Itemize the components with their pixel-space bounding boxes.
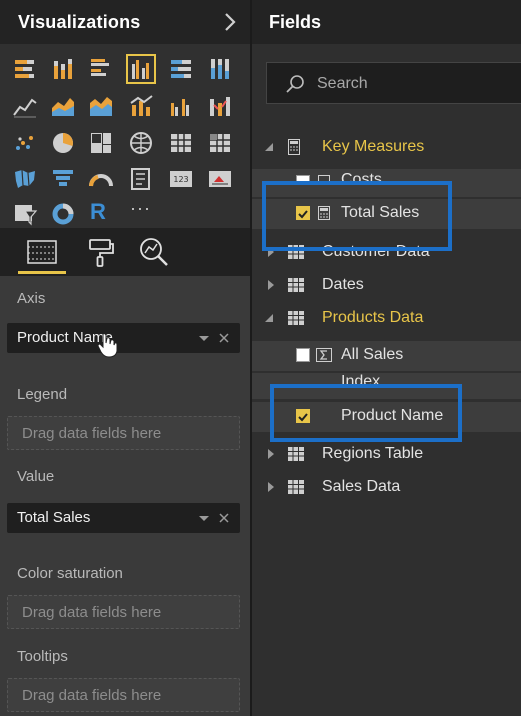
field-wells: Axis Product Name Legend Drag data field… bbox=[0, 276, 251, 716]
active-tab-underline bbox=[18, 271, 66, 274]
collapse-chevron-icon[interactable] bbox=[223, 12, 237, 32]
stacked-column-icon[interactable] bbox=[50, 56, 76, 82]
matrix-icon[interactable] bbox=[207, 130, 233, 156]
line-chart-icon[interactable] bbox=[12, 93, 38, 119]
table-dates[interactable]: Dates bbox=[252, 271, 521, 301]
100-stacked-bar-icon[interactable] bbox=[168, 56, 194, 82]
tree-label: Key Measures bbox=[322, 138, 425, 155]
table-icon bbox=[288, 480, 304, 494]
clustered-bar-icon[interactable] bbox=[88, 56, 114, 82]
expand-arrow-icon[interactable] bbox=[266, 449, 276, 459]
pane-tabs bbox=[0, 228, 251, 276]
hand-cursor-icon bbox=[97, 333, 118, 358]
legend-placeholder: Drag data fields here bbox=[22, 425, 162, 442]
visual-gallery: 123 R ··· bbox=[0, 44, 251, 228]
clustered-column-icon[interactable] bbox=[126, 54, 156, 84]
search-input[interactable]: Search bbox=[317, 75, 368, 93]
value-label: Value bbox=[17, 468, 55, 485]
legend-drop-zone[interactable]: Drag data fields here bbox=[7, 416, 240, 450]
funnel-icon[interactable] bbox=[50, 166, 76, 192]
r-visual-icon[interactable]: R bbox=[90, 199, 116, 225]
annotation-highlight-box bbox=[262, 181, 452, 251]
table-icon bbox=[288, 447, 304, 461]
tree-label: Regions Table bbox=[322, 445, 424, 462]
treemap-icon[interactable] bbox=[88, 130, 114, 156]
table-icon bbox=[288, 278, 304, 292]
fields-search-box[interactable]: Search bbox=[266, 62, 521, 104]
pie-chart-icon[interactable] bbox=[50, 130, 76, 156]
kpi-icon[interactable] bbox=[207, 166, 233, 192]
table-icon bbox=[288, 311, 304, 325]
fields-pane: Fields Search Key Measures Costs Total S bbox=[252, 0, 521, 716]
table-sales-data[interactable]: Sales Data bbox=[252, 473, 521, 503]
slicer-icon[interactable] bbox=[12, 201, 38, 227]
field-all-sales[interactable]: All Sales bbox=[252, 341, 521, 371]
color-saturation-drop-zone[interactable]: Drag data fields here bbox=[7, 595, 240, 629]
scatter-chart-icon[interactable] bbox=[12, 130, 38, 156]
fields-tab[interactable] bbox=[24, 234, 60, 270]
map-icon[interactable] bbox=[128, 130, 154, 156]
card-icon[interactable]: 123 bbox=[168, 166, 194, 192]
analytics-tab[interactable] bbox=[136, 234, 172, 270]
line-column-icon[interactable] bbox=[128, 93, 154, 119]
area-chart-icon[interactable] bbox=[50, 93, 76, 119]
value-field-name: Total Sales bbox=[17, 509, 91, 526]
table-products-data[interactable]: Products Data bbox=[252, 304, 521, 334]
field-label: All Sales bbox=[341, 346, 404, 363]
tree-label: Sales Data bbox=[322, 478, 401, 495]
color-saturation-label: Color saturation bbox=[17, 565, 123, 582]
collapse-arrow-icon[interactable] bbox=[264, 313, 274, 323]
legend-label: Legend bbox=[17, 386, 68, 403]
svg-text:123: 123 bbox=[173, 175, 188, 184]
filled-map-icon[interactable] bbox=[12, 166, 38, 192]
visualizations-title: Visualizations bbox=[18, 11, 141, 32]
axis-field-pill[interactable]: Product Name bbox=[7, 323, 240, 353]
table-key-measures[interactable]: Key Measures bbox=[252, 133, 521, 163]
visualizations-pane: Visualizations 123 R ··· Axis Product Na… bbox=[0, 0, 252, 716]
fields-header: Fields bbox=[252, 0, 521, 44]
axis-label: Axis bbox=[17, 290, 46, 307]
axis-field-controls[interactable] bbox=[196, 331, 232, 345]
search-icon bbox=[286, 75, 304, 93]
format-tab[interactable] bbox=[82, 234, 118, 270]
visualizations-header: Visualizations bbox=[0, 0, 251, 44]
tree-label: Products Data bbox=[322, 309, 424, 326]
gauge-icon[interactable] bbox=[88, 166, 114, 192]
table-regions-table[interactable]: Regions Table bbox=[252, 440, 521, 470]
tooltips-placeholder: Drag data fields here bbox=[22, 687, 162, 704]
fields-title: Fields bbox=[269, 11, 322, 32]
table-icon[interactable] bbox=[168, 130, 194, 156]
ribbon-chart-icon[interactable] bbox=[207, 93, 233, 119]
tree-label: Dates bbox=[322, 276, 364, 293]
value-field-pill[interactable]: Total Sales bbox=[7, 503, 240, 533]
stacked-bar-icon[interactable] bbox=[12, 56, 38, 82]
tooltips-label: Tooltips bbox=[17, 648, 68, 665]
line-clustered-column-icon[interactable] bbox=[168, 93, 194, 119]
annotation-highlight-box bbox=[270, 384, 462, 442]
sigma-icon bbox=[316, 348, 332, 362]
field-checkbox[interactable] bbox=[296, 348, 310, 362]
more-icon[interactable]: ··· bbox=[130, 198, 156, 224]
multi-row-card-icon[interactable] bbox=[128, 166, 154, 192]
donut-icon[interactable] bbox=[50, 201, 76, 227]
tooltips-drop-zone[interactable]: Drag data fields here bbox=[7, 678, 240, 712]
expand-arrow-icon[interactable] bbox=[266, 280, 276, 290]
color-saturation-placeholder: Drag data fields here bbox=[22, 604, 162, 621]
100-stacked-column-icon[interactable] bbox=[207, 56, 233, 82]
value-field-controls[interactable] bbox=[196, 511, 232, 525]
calculator-icon bbox=[288, 139, 300, 155]
stacked-area-icon[interactable] bbox=[88, 93, 114, 119]
expand-arrow-icon[interactable] bbox=[266, 482, 276, 492]
collapse-arrow-icon[interactable] bbox=[264, 142, 274, 152]
